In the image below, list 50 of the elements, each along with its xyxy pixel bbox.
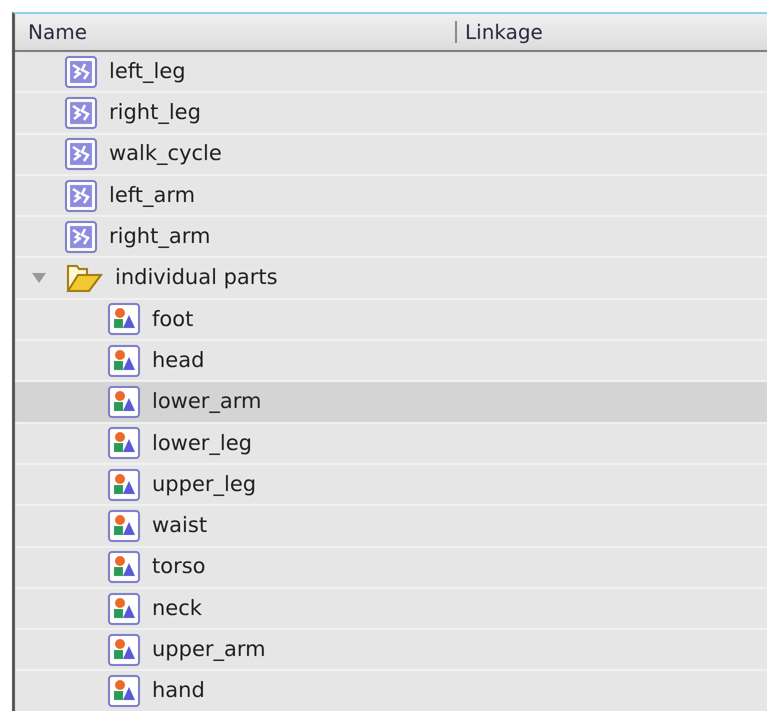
image-icon bbox=[108, 675, 140, 708]
item-name: upper_arm bbox=[152, 636, 266, 664]
library-row[interactable]: left_arm bbox=[15, 176, 767, 218]
item-name: torso bbox=[152, 553, 206, 580]
image-icon bbox=[108, 303, 140, 336]
library-row[interactable]: upper_leg bbox=[15, 464, 767, 506]
image-icon bbox=[108, 510, 140, 542]
item-name: walk_cycle bbox=[109, 140, 222, 168]
item-name: right_leg bbox=[109, 99, 201, 126]
item-name: lower_leg bbox=[152, 430, 252, 457]
library-row[interactable]: waist bbox=[15, 506, 767, 548]
image-icon bbox=[108, 468, 140, 501]
library-row[interactable]: lower_leg bbox=[15, 424, 767, 465]
column-header[interactable]: Linkage bbox=[455, 21, 543, 43]
symbol-icon bbox=[65, 180, 97, 212]
library-row[interactable]: individual parts bbox=[15, 258, 767, 300]
item-name: lower_arm bbox=[152, 388, 262, 416]
folder-icon bbox=[65, 262, 103, 294]
library-row[interactable]: lower_arm bbox=[15, 382, 767, 424]
symbol-icon bbox=[65, 96, 97, 129]
item-name: foot bbox=[152, 306, 194, 333]
image-icon bbox=[108, 386, 140, 418]
disclosure-triangle-icon[interactable] bbox=[31, 272, 47, 284]
library-row[interactable]: neck bbox=[15, 588, 767, 630]
library-row[interactable]: torso bbox=[15, 548, 767, 589]
library-row[interactable]: walk_cycle bbox=[15, 134, 767, 176]
image-icon bbox=[108, 427, 140, 460]
item-name: waist bbox=[152, 512, 208, 540]
library-row[interactable]: upper_arm bbox=[15, 630, 767, 672]
column-header[interactable]: Name bbox=[15, 17, 455, 47]
item-name: left_leg bbox=[109, 58, 186, 85]
image-icon bbox=[108, 551, 140, 584]
library-row[interactable]: hand bbox=[15, 671, 767, 711]
library-row[interactable]: right_arm bbox=[15, 217, 767, 258]
symbol-icon bbox=[65, 220, 97, 253]
item-name: right_arm bbox=[109, 223, 210, 250]
image-icon bbox=[108, 344, 140, 377]
item-name: individual parts bbox=[115, 264, 278, 292]
item-name: head bbox=[152, 346, 204, 374]
library-row[interactable]: foot bbox=[15, 300, 767, 342]
library-row[interactable]: right_leg bbox=[15, 93, 767, 135]
image-icon bbox=[108, 592, 140, 624]
item-name: left_arm bbox=[109, 182, 196, 209]
image-icon bbox=[108, 634, 140, 666]
item-name: hand bbox=[152, 677, 205, 704]
item-name: upper_leg bbox=[152, 470, 256, 498]
item-name: neck bbox=[152, 594, 202, 622]
symbol-icon bbox=[65, 56, 97, 88]
library-row[interactable]: left_leg bbox=[15, 52, 767, 94]
symbol-icon bbox=[65, 138, 97, 170]
